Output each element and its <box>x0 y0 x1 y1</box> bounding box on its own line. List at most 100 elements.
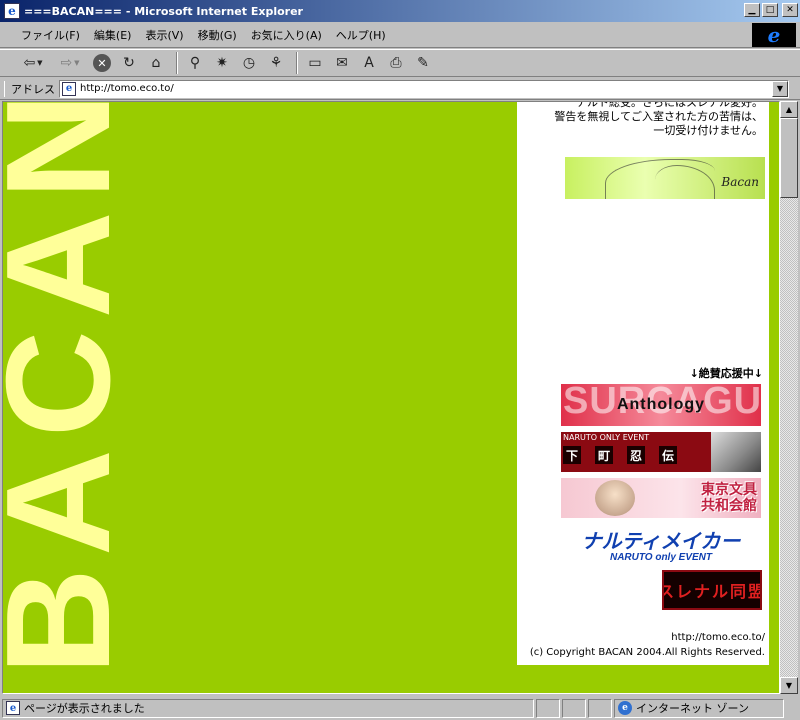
warning-line: 一切受け付けません。 <box>653 124 763 137</box>
minimize-button[interactable]: ▁ <box>744 3 760 17</box>
ie-page-icon[interactable]: e <box>4 3 20 19</box>
forward-arrow-icon: ⇨ <box>60 55 73 71</box>
narutimaker-title: ナルティメイカー <box>581 528 741 553</box>
event-kanji: 忍 <box>627 446 645 464</box>
minimize-icon: ▁ <box>748 5 756 15</box>
naruto-event-banner-link[interactable]: NARUTO ONLY EVENT 下 町 忍 伝 <box>561 432 761 472</box>
mail-button[interactable]: ✉ <box>330 52 354 74</box>
stop-button[interactable]: ✕ <box>90 52 114 74</box>
status-bar: e ページが表示されました e インターネット ゾーン <box>0 696 800 720</box>
tokyo-banner-line: 共和会館 <box>701 498 757 514</box>
vertical-scrollbar[interactable]: ▲ ▼ <box>780 101 798 694</box>
scroll-down-button[interactable]: ▼ <box>780 677 798 694</box>
fullscreen-icon: ▭ <box>308 55 322 71</box>
support-heading: ↓絶賛応援中↓ <box>689 367 763 380</box>
channels-button[interactable]: ⚘ <box>264 52 288 74</box>
renmei-banner-text: スレナル同盟 <box>662 582 762 601</box>
menu-favorites[interactable]: お気に入り(A) <box>244 25 329 45</box>
font-button[interactable]: A <box>357 52 381 74</box>
page-icon: e <box>62 81 76 96</box>
address-input[interactable]: e http://tomo.eco.to/ ▼ <box>59 79 789 98</box>
warning-line: 警告を無視してご入室された方の苦情は、 <box>554 110 763 123</box>
narutimaker-banner-link[interactable]: ナルティメイカー NARUTO only EVENT <box>561 526 761 566</box>
event-kanji: 下 <box>563 446 581 464</box>
history-button[interactable]: ◷ <box>237 52 261 74</box>
status-cell <box>588 698 612 718</box>
scrollbar-thumb[interactable] <box>780 118 798 198</box>
back-arrow-icon: ⇦ <box>23 55 36 71</box>
forward-dropdown-icon[interactable]: ▼ <box>74 59 79 67</box>
menu-go[interactable]: 移動(G) <box>191 25 244 45</box>
chevron-down-icon: ▼ <box>776 84 784 93</box>
toolbar-separator <box>176 52 178 74</box>
toolbar: ⇦ ▼ ⇨ ▼ ✕ ↻ ⌂ ⚲ ✷ ◷ ⚘ ▭ ✉ A ⎙ ✎ <box>0 49 800 77</box>
ie-logo: e <box>752 23 796 47</box>
site-banner-image[interactable]: Bacan <box>565 157 765 199</box>
page-content: BACAN ナルト総受。さらにはスレナル愛好。 警告を無視してご入室された方の苦… <box>2 101 780 694</box>
forward-button[interactable]: ⇨ ▼ <box>53 52 87 74</box>
address-dropdown-button[interactable]: ▼ <box>772 80 788 97</box>
security-zone-cell[interactable]: e インターネット ゾーン <box>614 698 784 718</box>
maximize-icon: □ <box>765 5 775 15</box>
menu-edit[interactable]: 編集(E) <box>87 25 139 45</box>
scroll-down-icon: ▼ <box>785 681 793 690</box>
favorites-icon: ✷ <box>216 55 228 71</box>
home-icon: ⌂ <box>151 55 161 71</box>
menu-view[interactable]: 表示(V) <box>138 25 190 45</box>
page-done-icon: e <box>6 701 20 715</box>
menu-bar: ファイル(F) 編集(E) 表示(V) 移動(G) お気に入り(A) ヘルプ(H… <box>0 22 800 48</box>
event-banner-title: NARUTO ONLY EVENT <box>563 433 650 442</box>
tokyo-bungu-banner-link[interactable]: 東京文具 共和会館 <box>561 478 761 518</box>
home-button[interactable]: ⌂ <box>144 52 168 74</box>
stop-icon: ✕ <box>93 54 111 72</box>
window-controls: ▁ □ ✕ <box>744 3 798 17</box>
globe-icon: e <box>618 701 632 715</box>
anthology-banner-link[interactable]: SURCAGU 2 Anthology <box>561 384 761 426</box>
refresh-button[interactable]: ↻ <box>117 52 141 74</box>
fullscreen-button[interactable]: ▭ <box>303 52 327 74</box>
surenaru-renmei-banner-link[interactable]: スレナル同盟 <box>662 570 762 610</box>
status-cell <box>536 698 560 718</box>
window-title: ===BACAN=== - Microsoft Internet Explore… <box>24 4 303 18</box>
banner-signature: Bacan <box>721 175 759 189</box>
menu-file[interactable]: ファイル(F) <box>14 25 87 45</box>
security-zone-text: インターネット ゾーン <box>636 702 749 715</box>
search-button[interactable]: ⚲ <box>183 52 207 74</box>
history-icon: ◷ <box>242 55 256 71</box>
status-cell <box>562 698 586 718</box>
right-panel: ナルト総受。さらにはスレナル愛好。 警告を無視してご入室された方の苦情は、 一切… <box>517 102 769 665</box>
back-button[interactable]: ⇦ ▼ <box>16 52 50 74</box>
status-message-cell: e ページが表示されました <box>2 698 534 718</box>
channels-icon: ⚘ <box>269 55 283 71</box>
window-title-bar: e ===BACAN=== - Microsoft Internet Explo… <box>0 0 800 22</box>
site-title-vertical: BACAN <box>2 101 141 675</box>
print-icon: ⎙ <box>390 55 402 71</box>
narutimaker-subtitle: NARUTO only EVENT <box>609 551 713 563</box>
edit-icon: ✎ <box>417 55 429 71</box>
scroll-up-button[interactable]: ▲ <box>780 101 798 118</box>
address-url[interactable]: http://tomo.eco.to/ <box>80 83 174 94</box>
event-kanji: 町 <box>595 446 613 464</box>
mail-icon: ✉ <box>336 55 348 71</box>
maximize-button[interactable]: □ <box>762 3 778 17</box>
scroll-up-icon: ▲ <box>785 105 793 114</box>
search-icon: ⚲ <box>189 55 201 71</box>
back-dropdown-icon[interactable]: ▼ <box>37 59 42 67</box>
refresh-icon: ↻ <box>123 55 135 71</box>
menu-help[interactable]: ヘルプ(H) <box>329 25 393 45</box>
font-icon: A <box>364 55 374 71</box>
warning-line: ナルト総受。さらにはスレナル愛好。 <box>576 101 763 109</box>
close-button[interactable]: ✕ <box>782 3 798 17</box>
close-icon: ✕ <box>786 5 794 15</box>
event-kanji: 伝 <box>659 446 677 464</box>
favorites-button[interactable]: ✷ <box>210 52 234 74</box>
ie-logo-icon: e <box>767 23 781 47</box>
toolbar-separator <box>296 52 298 74</box>
anthology-banner-text: Anthology <box>616 396 706 413</box>
print-button[interactable]: ⎙ <box>384 52 408 74</box>
address-bar: アドレス e http://tomo.eco.to/ ▼ <box>0 78 800 100</box>
edit-button[interactable]: ✎ <box>411 52 435 74</box>
event-banner-art <box>711 432 761 472</box>
tokyo-banner-text: 東京文具 共和会館 <box>701 482 757 514</box>
warning-text: ナルト総受。さらにはスレナル愛好。 警告を無視してご入室された方の苦情は、 一切… <box>523 101 763 138</box>
